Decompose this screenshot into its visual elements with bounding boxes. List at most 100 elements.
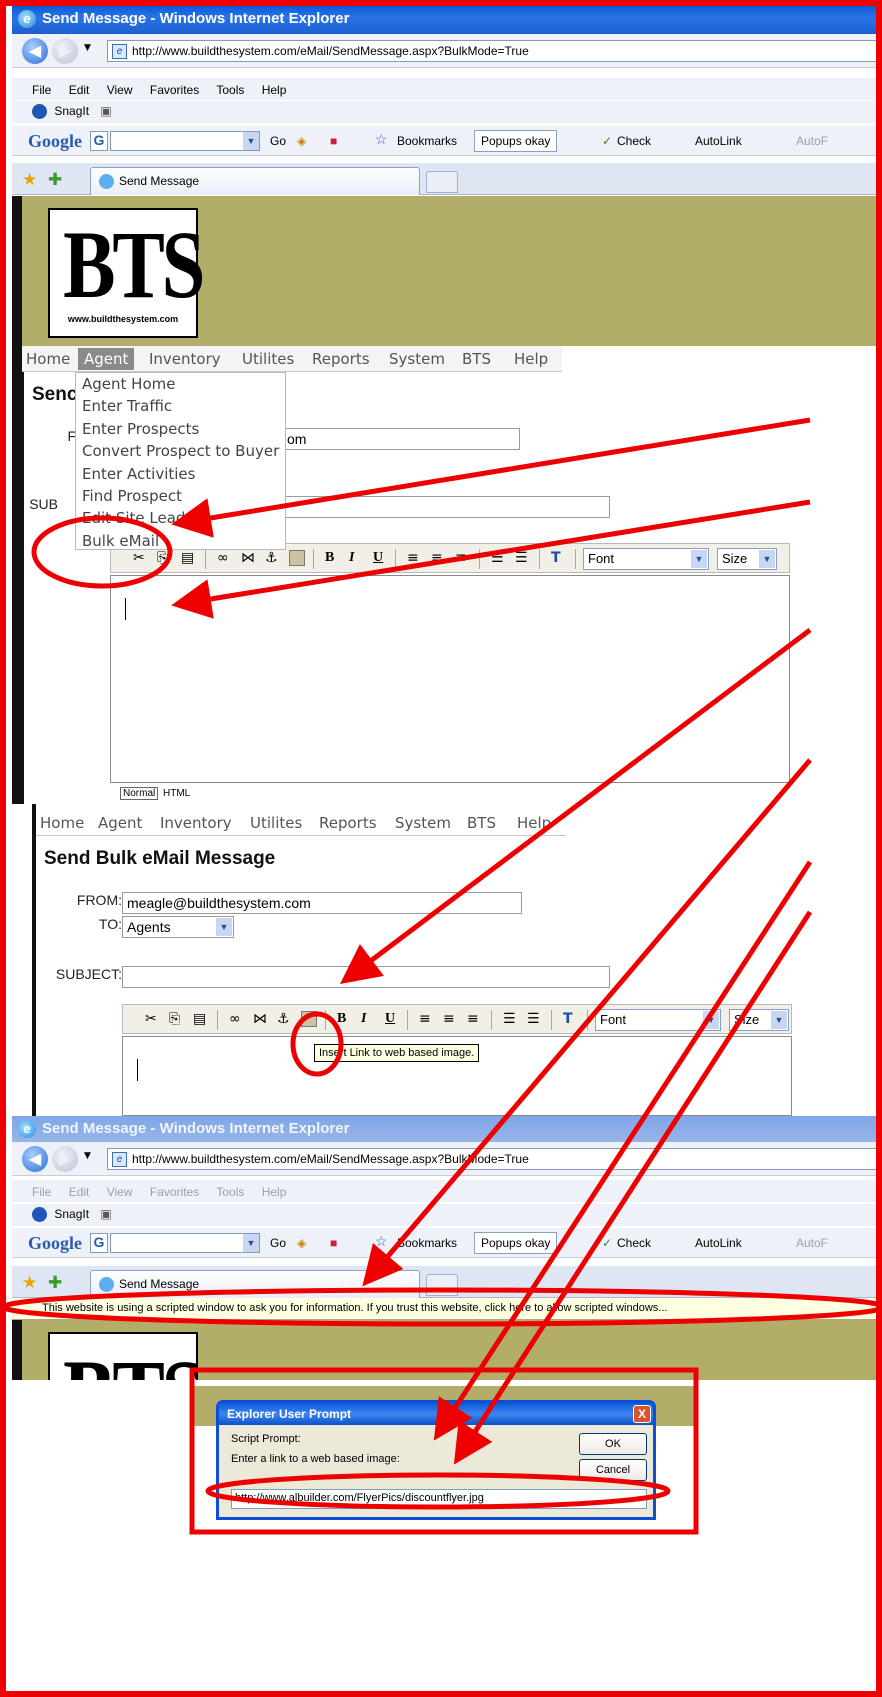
to-select[interactable]: Agents ▼: [122, 916, 234, 938]
spellcheck-icon[interactable]: ✓: [602, 1236, 612, 1250]
chevron-down-icon[interactable]: ▼: [216, 918, 232, 936]
google-search-input[interactable]: ▼: [110, 1233, 260, 1253]
chevron-down-icon[interactable]: ▼: [759, 550, 775, 568]
google-bookmarks-button[interactable]: Bookmarks: [397, 1236, 457, 1250]
menu-tools[interactable]: Tools: [216, 83, 244, 97]
google-autofill-button[interactable]: AutoF: [796, 134, 828, 148]
insert-image-link-icon[interactable]: [301, 1011, 317, 1027]
nav-system[interactable]: System: [395, 814, 451, 832]
italic-button[interactable]: I: [349, 550, 354, 566]
google-menu-button[interactable]: G: [90, 131, 108, 151]
google-pagerank-icon[interactable]: ■: [330, 1236, 337, 1250]
align-center-icon[interactable]: ≡: [431, 550, 447, 566]
bookmarks-star-icon[interactable]: ☆: [375, 1233, 388, 1250]
address-input[interactable]: e http://www.buildthesystem.com/eMail/Se…: [107, 40, 882, 62]
favorites-star-icon[interactable]: ★: [22, 170, 37, 190]
size-select[interactable]: Size ▼: [717, 548, 777, 570]
menu-view[interactable]: View: [107, 1185, 133, 1199]
information-bar[interactable]: This website is using a scripted window …: [12, 1298, 882, 1320]
menu-tools[interactable]: Tools: [216, 1185, 244, 1199]
image-url-input[interactable]: http://www.albuilder.com/FlyerPics/disco…: [231, 1489, 647, 1509]
nav-inventory[interactable]: Inventory: [160, 814, 232, 832]
menu-item-enter-activities[interactable]: Enter Activities: [76, 463, 285, 485]
menu-help[interactable]: Help: [262, 1185, 287, 1199]
nav-reports[interactable]: Reports: [312, 350, 370, 368]
mode-normal-tab[interactable]: Normal: [120, 787, 159, 800]
nav-home[interactable]: Home: [40, 814, 84, 832]
nav-help[interactable]: Help: [514, 350, 548, 368]
new-tab-button[interactable]: [426, 1274, 458, 1296]
chevron-down-icon[interactable]: ▼: [243, 1234, 259, 1252]
menu-favorites[interactable]: Favorites: [150, 1185, 199, 1199]
insert-image-link-icon[interactable]: [289, 550, 305, 566]
menu-edit[interactable]: Edit: [69, 1185, 90, 1199]
cut-icon[interactable]: ✂: [133, 550, 149, 566]
align-right-icon[interactable]: ≡: [467, 1011, 483, 1027]
menu-item-enter-prospects[interactable]: Enter Prospects: [76, 418, 285, 440]
font-select[interactable]: Font ▼: [595, 1009, 721, 1031]
google-go-button[interactable]: Go: [270, 134, 286, 148]
new-tab-button[interactable]: [426, 171, 458, 193]
history-dropdown-icon[interactable]: ▼: [84, 1151, 91, 1161]
menu-file[interactable]: File: [32, 1185, 51, 1199]
subject-input[interactable]: [122, 966, 610, 988]
address-input-2[interactable]: e http://www.buildthesystem.com/eMail/Se…: [107, 1148, 882, 1170]
tab-send-message[interactable]: Send Message: [90, 167, 420, 195]
close-button[interactable]: X: [633, 1405, 651, 1423]
subject-input-partial[interactable]: [282, 496, 610, 518]
chevron-down-icon[interactable]: ▼: [771, 1011, 787, 1029]
align-right-icon[interactable]: ≡: [455, 550, 471, 566]
align-left-icon[interactable]: ≡: [419, 1011, 435, 1027]
forward-button[interactable]: ▶: [52, 1146, 78, 1172]
ok-button[interactable]: OK: [579, 1433, 647, 1455]
popups-okay-button[interactable]: Popups okay: [474, 1232, 558, 1254]
google-check-button[interactable]: Check: [617, 134, 651, 148]
history-dropdown-icon[interactable]: ▼: [84, 43, 91, 53]
snagit-capture-icon[interactable]: ▣: [100, 104, 111, 118]
menu-item-convert-prospect[interactable]: Convert Prospect to Buyer: [76, 440, 285, 462]
forward-button[interactable]: ▶: [52, 38, 78, 64]
nav-help[interactable]: Help: [517, 814, 551, 832]
chevron-down-icon[interactable]: ▼: [691, 550, 707, 568]
anchor-icon[interactable]: ⚓: [265, 550, 281, 566]
menu-edit[interactable]: Edit: [69, 83, 90, 97]
paste-icon[interactable]: ▤: [193, 1011, 209, 1027]
nav-agent[interactable]: Agent: [98, 814, 142, 832]
underline-button[interactable]: U: [385, 1011, 395, 1027]
ordered-list-icon[interactable]: ☰: [491, 550, 507, 566]
nav-home[interactable]: Home: [26, 350, 70, 368]
google-menu-button[interactable]: G: [90, 1233, 108, 1253]
chevron-down-icon[interactable]: ▼: [703, 1011, 719, 1029]
text-color-icon[interactable]: T: [551, 550, 567, 566]
google-autolink-button[interactable]: AutoLink: [695, 1236, 742, 1250]
add-favorite-icon[interactable]: ✚: [48, 170, 62, 190]
copy-icon[interactable]: ⎘: [169, 1011, 185, 1027]
cut-icon[interactable]: ✂: [145, 1011, 161, 1027]
bookmarks-star-icon[interactable]: ☆: [375, 131, 388, 148]
bullet-list-icon[interactable]: ☰: [527, 1011, 543, 1027]
chevron-down-icon[interactable]: ▼: [243, 132, 259, 150]
nav-reports[interactable]: Reports: [319, 814, 377, 832]
menu-file[interactable]: File: [32, 83, 51, 97]
ordered-list-icon[interactable]: ☰: [503, 1011, 519, 1027]
anchor-icon[interactable]: ⚓: [277, 1011, 293, 1027]
snagit-label[interactable]: SnagIt: [54, 104, 89, 118]
from-input-partial[interactable]: om: [282, 428, 520, 450]
menu-item-edit-site-leads[interactable]: Edit Site Leads: [76, 507, 285, 529]
bold-button[interactable]: B: [325, 550, 334, 566]
editor-body-top[interactable]: [110, 575, 790, 783]
cancel-button[interactable]: Cancel: [579, 1459, 647, 1481]
back-button[interactable]: ◀: [22, 38, 48, 64]
back-button[interactable]: ◀: [22, 1146, 48, 1172]
nav-bts[interactable]: BTS: [462, 350, 491, 368]
snagit-capture-icon[interactable]: ▣: [100, 1207, 111, 1221]
align-center-icon[interactable]: ≡: [443, 1011, 459, 1027]
nav-bts[interactable]: BTS: [467, 814, 496, 832]
menu-help[interactable]: Help: [262, 83, 287, 97]
nav-inventory[interactable]: Inventory: [149, 350, 221, 368]
underline-button[interactable]: U: [373, 550, 383, 566]
link-icon[interactable]: ∞: [229, 1011, 245, 1027]
google-bookmarks-button[interactable]: Bookmarks: [397, 134, 457, 148]
unlink-icon[interactable]: ⋈: [241, 550, 257, 566]
menu-item-agent-home[interactable]: Agent Home: [76, 373, 285, 395]
